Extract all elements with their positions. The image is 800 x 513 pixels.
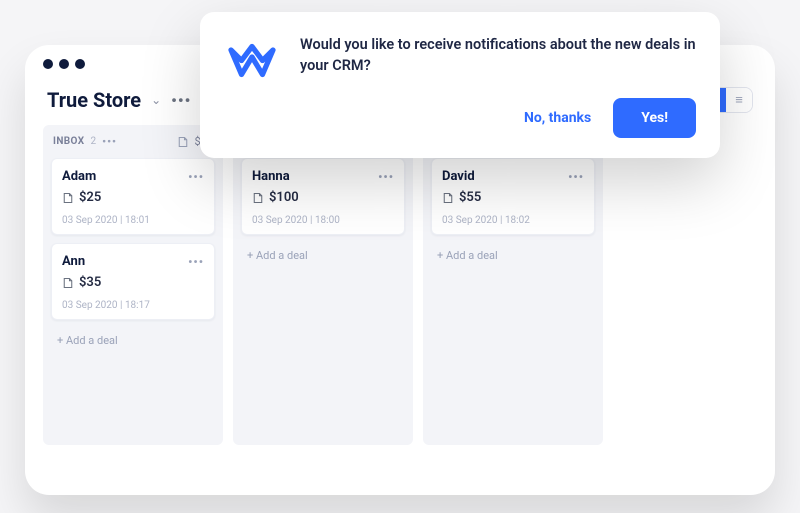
deal-amount: $100 — [269, 190, 299, 205]
deal-name: Hanna — [252, 169, 290, 184]
kanban-column: IN PROGRESS 1 ••• $100 Hanna ••• — [233, 125, 413, 445]
column-count: 2 — [91, 136, 97, 147]
card-menu-icon[interactable]: ••• — [188, 170, 204, 184]
deal-timestamp: 03 Sep 2020 | 18:01 — [62, 215, 204, 226]
kanban-column: INBOX 2 ••• $60 Adam ••• — [43, 125, 223, 445]
window-dot — [59, 59, 69, 69]
kanban-board: INBOX 2 ••• $60 Adam ••• — [25, 125, 775, 463]
deal-card[interactable]: Hanna ••• $100 03 Sep 2020 | 18:00 — [241, 158, 405, 235]
card-menu-icon[interactable]: ••• — [378, 170, 394, 184]
chevron-down-icon[interactable]: ⌄ — [151, 93, 161, 107]
modal-body: Would you like to receive notifications … — [300, 34, 696, 138]
modal-message: Would you like to receive notifications … — [300, 34, 696, 76]
deal-card[interactable]: Adam ••• $25 03 Sep 2020 | 18:01 — [51, 158, 215, 235]
add-column[interactable]: + — [613, 125, 653, 445]
window-dot — [43, 59, 53, 69]
add-deal-button[interactable]: + Add a deal — [423, 243, 603, 262]
kanban-column: DONE 1 ••• $55 David ••• — [423, 125, 603, 445]
deal-timestamp: 03 Sep 2020 | 18:00 — [252, 215, 394, 226]
card-menu-icon[interactable]: ••• — [188, 255, 204, 269]
notification-permission-modal: Would you like to receive notifications … — [200, 12, 720, 158]
document-icon — [62, 192, 74, 204]
column-header: INBOX 2 ••• $60 — [43, 125, 223, 158]
column-menu-icon[interactable]: ••• — [102, 135, 117, 148]
deal-name: Ann — [62, 254, 85, 269]
header-left: True Store ⌄ ••• — [47, 88, 191, 112]
document-icon — [252, 192, 264, 204]
deal-amount: $25 — [79, 190, 101, 205]
deal-card[interactable]: Ann ••• $35 03 Sep 2020 | 18:17 — [51, 243, 215, 320]
list-view-button[interactable]: ≡ — [726, 88, 752, 112]
document-icon — [62, 277, 74, 289]
deal-amount: $35 — [79, 275, 101, 290]
document-icon — [442, 192, 454, 204]
more-options-icon[interactable]: ••• — [171, 91, 191, 110]
add-deal-button[interactable]: + Add a deal — [233, 243, 413, 262]
deal-name: Adam — [62, 169, 96, 184]
column-title: INBOX — [53, 136, 85, 147]
deal-amount: $55 — [459, 190, 481, 205]
modal-actions: No, thanks Yes! — [300, 98, 696, 138]
decline-button[interactable]: No, thanks — [512, 100, 603, 136]
deal-timestamp: 03 Sep 2020 | 18:17 — [62, 300, 204, 311]
window-dot — [75, 59, 85, 69]
deal-card[interactable]: David ••• $55 03 Sep 2020 | 18:02 — [431, 158, 595, 235]
card-menu-icon[interactable]: ••• — [568, 170, 584, 184]
deal-name: David — [442, 169, 475, 184]
add-deal-button[interactable]: + Add a deal — [43, 328, 223, 347]
deal-timestamp: 03 Sep 2020 | 18:02 — [442, 215, 584, 226]
accept-button[interactable]: Yes! — [613, 98, 696, 138]
app-logo-icon — [222, 34, 282, 94]
document-icon — [177, 136, 189, 148]
workspace-title: True Store — [47, 88, 141, 112]
